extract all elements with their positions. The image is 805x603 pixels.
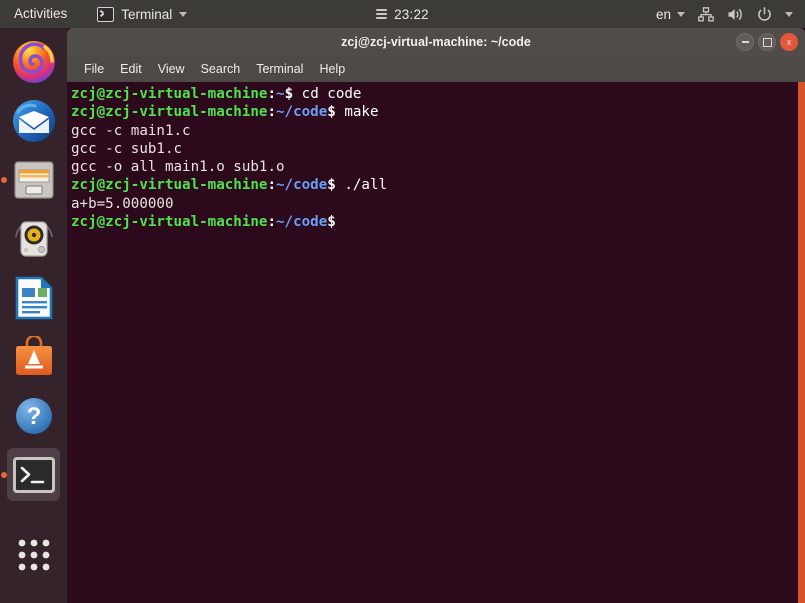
top-bar: Activities Terminal 23:22 en [0, 0, 805, 28]
clock-label[interactable]: 23:22 [394, 7, 429, 22]
system-tray: en [656, 0, 805, 28]
terminal-output-text: gcc -o all main1.o sub1.o [71, 159, 285, 176]
thunderbird-icon [12, 99, 55, 142]
prompt-dollar: $ [327, 104, 336, 121]
terminal-window: zcj@zcj-virtual-machine: ~/code x File E… [67, 28, 805, 603]
terminal-output-line: a+b=5.000000 [71, 195, 795, 213]
desktop-screen: Activities Terminal 23:22 en ? zcj@zcj-v… [0, 0, 805, 603]
dock-item-help[interactable]: ? [7, 389, 60, 442]
prompt-user-host: zcj@zcj-virtual-machine [71, 177, 268, 194]
help-icon: ? [15, 397, 52, 434]
chevron-down-icon[interactable] [785, 11, 793, 17]
app-menu-label: Terminal [121, 6, 173, 22]
terminal-command: make [335, 104, 379, 121]
dock-item-ubuntu-software[interactable] [7, 330, 60, 383]
menu-item-help[interactable]: Help [311, 59, 353, 79]
window-controls: x [736, 28, 798, 56]
libreoffice-writer-icon [15, 276, 52, 319]
menu-item-terminal[interactable]: Terminal [248, 59, 311, 79]
chevron-down-icon [677, 11, 685, 17]
running-indicator [1, 471, 7, 478]
terminal-command: ./all [335, 177, 388, 194]
network-wired-icon[interactable] [698, 6, 714, 22]
chevron-down-icon [179, 11, 188, 17]
language-label: en [655, 6, 671, 22]
app-menu-button[interactable]: Terminal [89, 0, 195, 28]
terminal-prompt-line: zcj@zcj-virtual-machine:~/code$ [71, 213, 795, 231]
svg-text:?: ? [26, 403, 41, 430]
terminal-output-line: gcc -c sub1.c [71, 140, 795, 158]
menu-item-edit[interactable]: Edit [112, 59, 150, 79]
power-icon[interactable] [757, 6, 772, 22]
prompt-path: ~/code [276, 177, 328, 194]
minimize-button[interactable] [736, 33, 754, 51]
terminal-prompt-line: zcj@zcj-virtual-machine:~/code$ ./all [71, 176, 795, 194]
prompt-separator: : [267, 177, 277, 194]
prompt-dollar: $ [327, 214, 336, 231]
menu-bar: File Edit View Search Terminal Help [67, 56, 805, 82]
menu-item-search[interactable]: Search [193, 59, 249, 79]
terminal-prompt-line: zcj@zcj-virtual-machine:~/code$ make [71, 103, 795, 121]
terminal-output-line: gcc -o all main1.o sub1.o [71, 158, 795, 176]
prompt-path: ~ [276, 86, 285, 102]
prompt-dollar: $ [284, 86, 294, 102]
prompt-path: ~/code [276, 104, 328, 121]
terminal-prompt-line: zcj@zcj-virtual-machine:~$ cd code [71, 85, 795, 103]
dock-item-thunderbird[interactable] [7, 94, 60, 147]
show-applications-icon [18, 539, 49, 571]
prompt-separator: : [267, 104, 277, 121]
terminal-app-icon [12, 456, 55, 493]
dock-item-rhythmbox[interactable] [7, 212, 60, 265]
menu-item-file[interactable]: File [76, 59, 112, 79]
dock-item-firefox[interactable] [7, 35, 60, 88]
prompt-user-host: zcj@zcj-virtual-machine [71, 104, 268, 121]
dock: ? [0, 28, 67, 603]
terminal-output-text: gcc -c main1.c [71, 122, 191, 139]
ubuntu-software-icon [15, 335, 52, 375]
firefox-icon [12, 40, 55, 83]
terminal-command: cd code [293, 86, 362, 102]
menu-item-view[interactable]: View [150, 59, 193, 79]
terminal-body[interactable]: zcj@zcj-virtual-machine:~$ cd code zcj@zc… [67, 82, 805, 603]
dock-item-libreoffice-writer[interactable] [7, 271, 60, 324]
prompt-user-host: zcj@zcj-virtual-machine [71, 86, 268, 102]
prompt-separator: : [267, 214, 277, 231]
terminal-output-text: a+b=5.000000 [71, 195, 174, 212]
maximize-button[interactable] [758, 33, 776, 51]
prompt-path: ~/code [276, 214, 328, 231]
dock-item-terminal[interactable] [1, 448, 60, 501]
dock-item-files[interactable] [1, 153, 60, 206]
calendar-menu-icon [376, 9, 388, 19]
terminal-output: zcj@zcj-virtual-machine:~$ cd code zcj@zc… [71, 85, 795, 231]
dock-item-show-applications[interactable] [7, 525, 60, 585]
close-button[interactable]: x [780, 33, 798, 51]
running-indicator [1, 176, 7, 183]
window-titlebar[interactable]: zcj@zcj-virtual-machine: ~/code x [67, 28, 805, 56]
window-title: zcj@zcj-virtual-machine: ~/code [341, 35, 531, 49]
terminal-output-line: gcc -c main1.c [71, 122, 795, 140]
terminal-icon [97, 6, 115, 22]
prompt-dollar: $ [327, 177, 336, 194]
volume-icon[interactable] [727, 7, 744, 22]
rhythmbox-icon [14, 220, 53, 257]
activities-button[interactable]: Activities [0, 0, 79, 28]
terminal-scrollbar[interactable] [798, 82, 805, 603]
files-icon [13, 160, 54, 199]
prompt-separator: : [267, 86, 277, 102]
language-indicator[interactable]: en [656, 7, 685, 22]
prompt-user-host: zcj@zcj-virtual-machine [71, 214, 268, 231]
terminal-output-text: gcc -c sub1.c [71, 140, 183, 157]
